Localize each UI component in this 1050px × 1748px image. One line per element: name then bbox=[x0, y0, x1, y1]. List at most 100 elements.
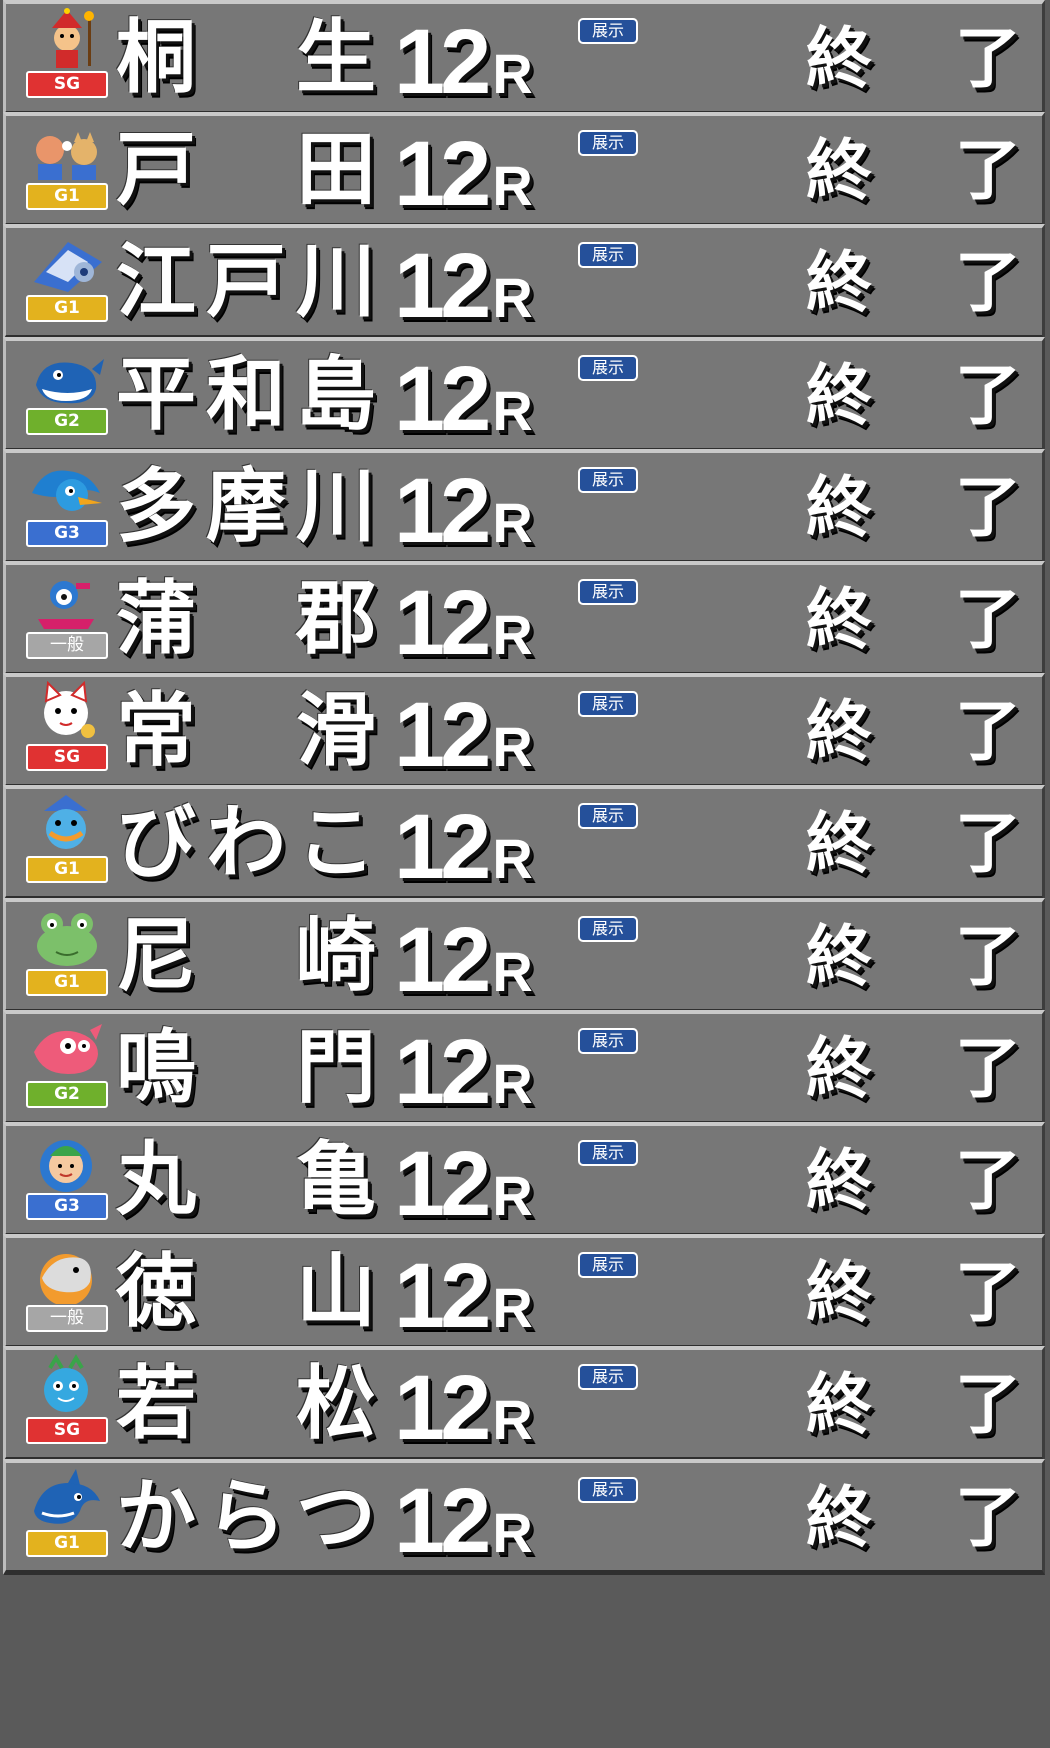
venue-name: 鳴門 bbox=[116, 1018, 376, 1118]
venue-name-char: 桐 bbox=[116, 11, 196, 104]
grade-badge: SG bbox=[26, 1417, 108, 1444]
exhibition-button[interactable]: 展示 bbox=[578, 803, 638, 829]
race-status-char: 了 bbox=[955, 244, 1021, 321]
venue-name: 桐生 bbox=[116, 8, 376, 108]
race-status: 終了 bbox=[806, 453, 1021, 563]
venue-name-char: つ bbox=[296, 1470, 376, 1563]
grade-badge: G1 bbox=[26, 1530, 108, 1557]
venue-name-char: 江 bbox=[116, 235, 196, 328]
race-number-value: 12 bbox=[394, 11, 491, 113]
race-status: 終了 bbox=[806, 565, 1021, 675]
jester-mascot-icon bbox=[28, 8, 106, 70]
exhibition-button[interactable]: 展示 bbox=[578, 355, 638, 381]
race-number: 12 R bbox=[394, 1471, 533, 1571]
race-status-char: 了 bbox=[955, 805, 1021, 882]
venue-row[interactable]: SG 若松 12 R 展示終了 bbox=[3, 1346, 1045, 1462]
venue-row[interactable]: G2 平和島 12 R 展示終了 bbox=[3, 337, 1045, 453]
venue-name: 平和島 bbox=[116, 345, 376, 445]
race-suffix: R bbox=[492, 491, 533, 554]
race-number: 12 R bbox=[394, 573, 533, 673]
race-number-value: 12 bbox=[394, 796, 491, 898]
race-number-value: 12 bbox=[394, 348, 491, 450]
exhibition-button[interactable]: 展示 bbox=[578, 1364, 638, 1390]
exhibition-button[interactable]: 展示 bbox=[578, 1028, 638, 1054]
race-suffix: R bbox=[492, 379, 533, 442]
venue-name: びわこ bbox=[116, 793, 376, 893]
exhibition-button[interactable]: 展示 bbox=[578, 579, 638, 605]
race-number-value: 12 bbox=[394, 1133, 491, 1235]
bird-mascot-icon bbox=[28, 457, 106, 519]
venue-row[interactable]: G2 鳴門 12 R 展示終了 bbox=[3, 1010, 1045, 1126]
race-status-char: 了 bbox=[955, 357, 1021, 434]
race-number-value: 12 bbox=[394, 1021, 491, 1123]
exhibition-button[interactable]: 展示 bbox=[578, 916, 638, 942]
exhibition-button[interactable]: 展示 bbox=[578, 1477, 638, 1503]
venue-name: 常滑 bbox=[116, 681, 376, 781]
venue-row[interactable]: G1 びわこ 12 R 展示終了 bbox=[3, 785, 1045, 901]
race-status: 終了 bbox=[806, 341, 1021, 451]
venue-name-char: 和 bbox=[206, 348, 286, 441]
sea-creature-mascot-icon bbox=[28, 1354, 106, 1416]
venue-name-char: 蒲 bbox=[116, 572, 196, 665]
grade-badge: 一般 bbox=[26, 632, 108, 659]
race-number-value: 12 bbox=[394, 123, 491, 225]
race-number-value: 12 bbox=[394, 235, 491, 337]
exhibition-button[interactable]: 展示 bbox=[578, 1140, 638, 1166]
dolphin-mascot-icon bbox=[28, 1242, 106, 1306]
venue-row[interactable]: G1 からつ 12 R 展示終了 bbox=[3, 1459, 1045, 1575]
grade-badge: G1 bbox=[26, 183, 108, 210]
venue-row[interactable]: 一般徳山 12 R 展示終了 bbox=[3, 1234, 1045, 1350]
race-suffix: R bbox=[492, 1276, 533, 1339]
race-status-char: 終 bbox=[806, 918, 872, 995]
exhibition-button[interactable]: 展示 bbox=[578, 691, 638, 717]
sea-bream-mascot-icon bbox=[28, 1018, 106, 1080]
exhibition-button[interactable]: 展示 bbox=[578, 130, 638, 156]
venue-name-char: か bbox=[116, 1470, 196, 1563]
venue-row[interactable]: G1 戸田 12 R 展示終了 bbox=[3, 112, 1045, 228]
exhibition-button[interactable]: 展示 bbox=[578, 1252, 638, 1278]
race-status-char: 終 bbox=[806, 805, 872, 882]
venue-row[interactable]: SG 桐生 12 R 展示終了 bbox=[3, 0, 1045, 116]
race-status-char: 終 bbox=[806, 1479, 872, 1556]
race-number: 12 R bbox=[394, 910, 533, 1010]
venue-row[interactable]: 一般蒲郡 12 R 展示終了 bbox=[3, 561, 1045, 677]
race-status-char: 終 bbox=[806, 1142, 872, 1219]
venue-row[interactable]: SG 常滑 12 R 展示終了 bbox=[3, 673, 1045, 789]
race-status-char: 終 bbox=[806, 357, 872, 434]
venue-name-char: 多 bbox=[116, 460, 196, 553]
dragon-mascot-icon bbox=[28, 1467, 106, 1529]
exhibition-button[interactable]: 展示 bbox=[578, 242, 638, 268]
race-number: 12 R bbox=[394, 1246, 533, 1346]
venue-name-char: 島 bbox=[296, 348, 376, 441]
venue-row[interactable]: G1 江戸川 12 R 展示終了 bbox=[3, 224, 1045, 340]
exhibition-button[interactable]: 展示 bbox=[578, 18, 638, 44]
race-suffix: R bbox=[492, 1501, 533, 1564]
venue-row[interactable]: G3 丸亀 12 R 展示終了 bbox=[3, 1122, 1045, 1238]
venue-name-char: 門 bbox=[296, 1021, 376, 1114]
venue-name-char: 田 bbox=[296, 123, 376, 216]
frog-mascot-icon bbox=[28, 906, 106, 968]
race-status: 終了 bbox=[806, 1014, 1021, 1124]
exhibition-button[interactable]: 展示 bbox=[578, 467, 638, 493]
race-status-char: 了 bbox=[955, 20, 1021, 97]
venue-row[interactable]: G1 尼崎 12 R 展示終了 bbox=[3, 898, 1045, 1014]
race-suffix: R bbox=[492, 1052, 533, 1115]
race-status: 終了 bbox=[806, 1350, 1021, 1460]
venue-row[interactable]: G3 多摩川 12 R 展示終了 bbox=[3, 449, 1045, 565]
race-status: 終了 bbox=[806, 1238, 1021, 1348]
race-status-char: 了 bbox=[955, 1142, 1021, 1219]
grade-badge: G1 bbox=[26, 295, 108, 322]
grade-badge: SG bbox=[26, 71, 108, 98]
grade-badge: 一般 bbox=[26, 1305, 108, 1332]
venue-name: 江戸川 bbox=[116, 232, 376, 332]
race-status-char: 了 bbox=[955, 581, 1021, 658]
race-number: 12 R bbox=[394, 124, 533, 224]
venue-name-char: わ bbox=[206, 796, 286, 889]
whale-mascot-icon bbox=[28, 345, 106, 407]
race-status: 終了 bbox=[806, 902, 1021, 1012]
boat-racer-mascot-icon bbox=[28, 569, 106, 631]
race-status: 終了 bbox=[806, 116, 1021, 226]
venue-name-char: 戸 bbox=[206, 235, 286, 328]
venue-name: 丸亀 bbox=[116, 1130, 376, 1230]
race-status-char: 終 bbox=[806, 132, 872, 209]
